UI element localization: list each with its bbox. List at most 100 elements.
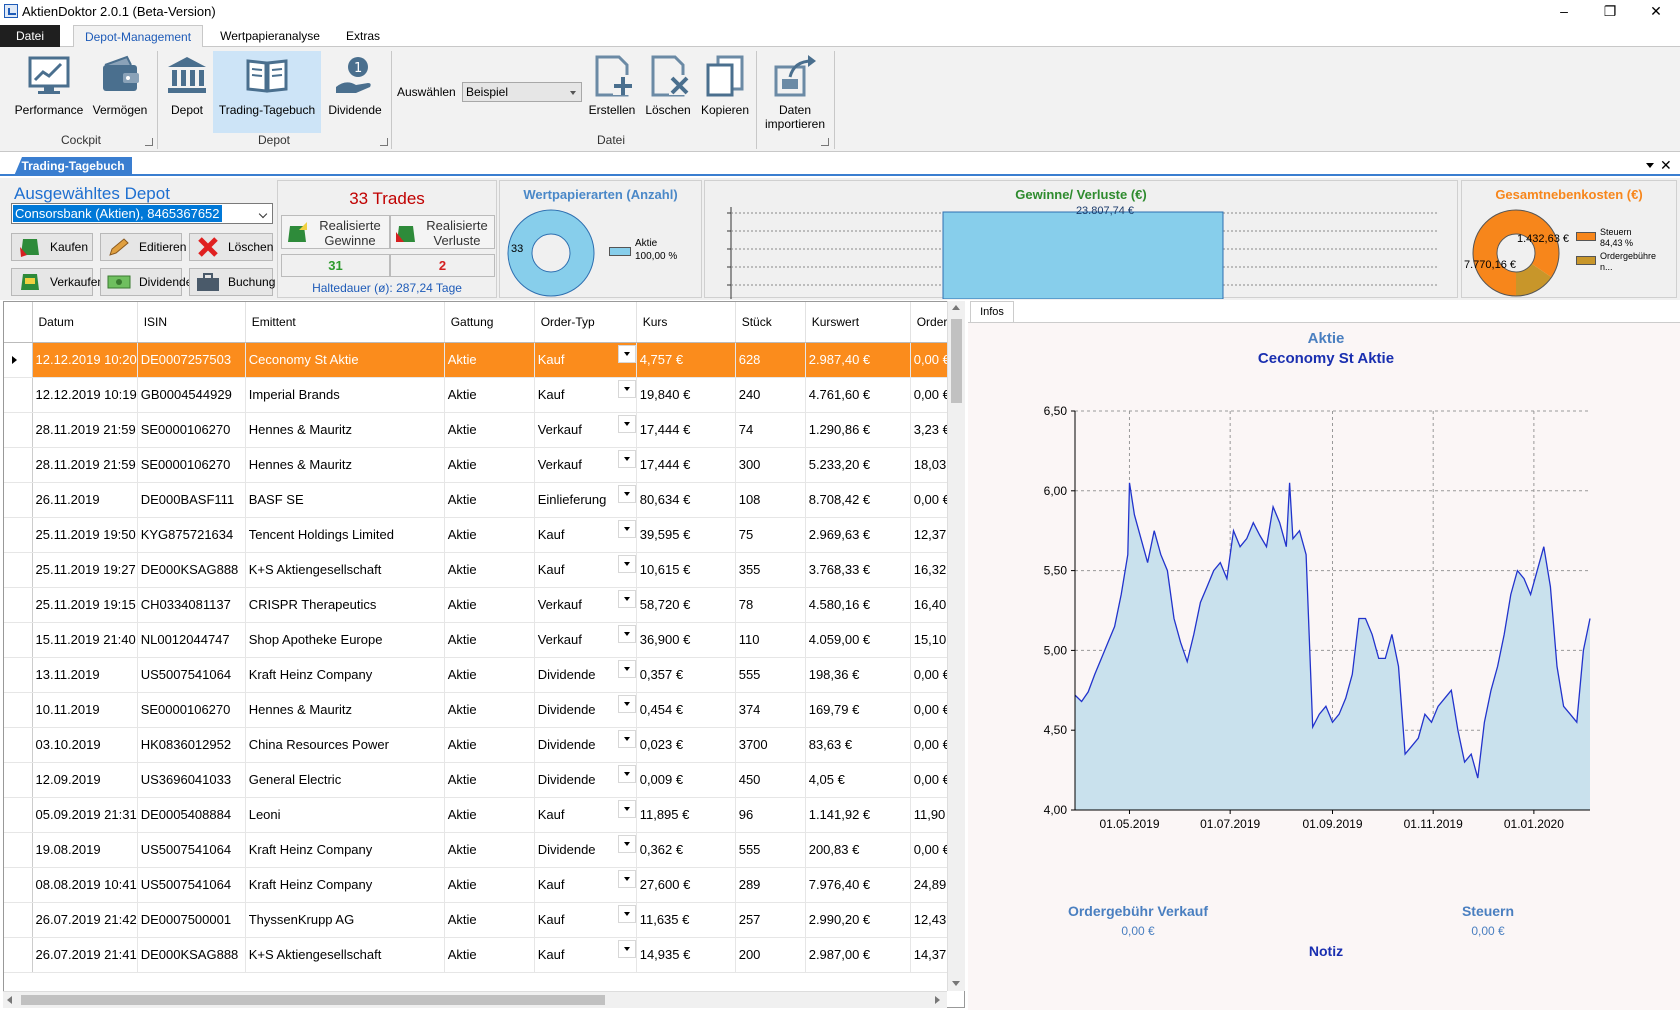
row-header[interactable] <box>4 587 33 623</box>
table-cell[interactable]: Tencent Holdings Limited <box>245 517 445 553</box>
depot-dropdown[interactable]: Consorsbank (Aktien), 8465367652 <box>11 203 273 224</box>
tab-extras[interactable]: Extras <box>336 25 390 47</box>
table-cell[interactable]: 110 <box>735 622 806 658</box>
verkaufen-button[interactable]: Verkaufen <box>11 268 104 296</box>
order-type-dropdown-icon[interactable] <box>617 729 636 748</box>
table-cell[interactable]: 0,362 € <box>636 832 736 868</box>
order-type-dropdown-icon[interactable] <box>617 589 636 608</box>
table-cell[interactable]: SE0000106270 <box>137 692 246 728</box>
daten-importieren-button[interactable]: Daten importieren <box>760 51 830 143</box>
datei-launcher-icon[interactable] <box>821 138 829 146</box>
table-cell[interactable]: Aktie <box>444 482 535 518</box>
table-cell[interactable]: 05.09.2019 21:31 <box>32 797 138 833</box>
table-cell[interactable]: Dividende <box>534 657 637 693</box>
table-cell[interactable]: Kraft Heinz Company <box>245 657 445 693</box>
row-header[interactable] <box>4 552 33 588</box>
order-type-dropdown-icon[interactable] <box>617 414 636 433</box>
table-cell[interactable]: 78 <box>735 587 806 623</box>
table-cell[interactable]: Kraft Heinz Company <box>245 867 445 903</box>
column-header[interactable]: Stück <box>735 302 806 343</box>
table-row[interactable]: 28.11.2019 21:59 SE0000106270 Hennes & Mau… <box>4 412 959 448</box>
table-cell[interactable]: 03.10.2019 <box>32 727 138 763</box>
table-cell[interactable]: DE000KSAG888 <box>137 937 246 973</box>
table-cell[interactable]: Dividende <box>534 692 637 728</box>
table-cell[interactable]: Aktie <box>444 832 535 868</box>
table-cell[interactable]: 75 <box>735 517 806 553</box>
table-cell[interactable]: Aktie <box>444 517 535 553</box>
table-row[interactable]: 08.08.2019 10:41 US5007541064 Kraft Heinz … <box>4 867 959 903</box>
table-cell[interactable]: 4,757 € <box>636 342 736 378</box>
order-type-dropdown-icon[interactable] <box>617 764 636 783</box>
order-type-dropdown-icon[interactable] <box>617 519 636 538</box>
table-cell[interactable]: 08.08.2019 10:41 <box>32 867 138 903</box>
table-cell[interactable]: 58,720 € <box>636 587 736 623</box>
row-header[interactable] <box>4 342 33 378</box>
table-cell[interactable]: Einlieferung <box>534 482 637 518</box>
table-cell[interactable]: Aktie <box>444 587 535 623</box>
minimize-button[interactable]: – <box>1541 0 1587 23</box>
table-cell[interactable]: Kauf <box>534 937 637 973</box>
table-cell[interactable]: 2.990,20 € <box>805 902 911 938</box>
trades-table[interactable]: Datum ISIN Emittent Gattung Order-Typ Kurs Stü… <box>3 301 965 1008</box>
tab-datei[interactable]: Datei <box>0 25 60 47</box>
table-cell[interactable]: 80,634 € <box>636 482 736 518</box>
table-cell[interactable]: HK0836012952 <box>137 727 246 763</box>
table-cell[interactable]: DE000KSAG888 <box>137 552 246 588</box>
row-header[interactable] <box>4 727 33 763</box>
table-cell[interactable]: 39,595 € <box>636 517 736 553</box>
tab-depot-management[interactable]: Depot-Management <box>73 25 203 48</box>
cockpit-launcher-icon[interactable] <box>145 138 153 146</box>
table-cell[interactable]: 26.07.2019 21:41 <box>32 937 138 973</box>
erstellen-button[interactable]: Erstellen <box>586 51 638 133</box>
table-cell[interactable]: 25.11.2019 19:27 <box>32 552 138 588</box>
restore-button[interactable]: ❐ <box>1587 0 1633 23</box>
table-cell[interactable]: 200,83 € <box>805 832 911 868</box>
table-cell[interactable]: 2.969,63 € <box>805 517 911 553</box>
table-cell[interactable]: CRISPR Therapeutics <box>245 587 445 623</box>
table-cell[interactable]: 25.11.2019 19:15 <box>32 587 138 623</box>
loeschen-ribbon-button[interactable]: Löschen <box>640 51 696 133</box>
table-cell[interactable]: 15.11.2019 21:40 <box>32 622 138 658</box>
trading-tagebuch-button[interactable]: Trading-Tagebuch <box>213 51 321 133</box>
table-cell[interactable]: 257 <box>735 902 806 938</box>
order-type-dropdown-icon[interactable] <box>617 624 636 643</box>
depot-launcher-icon[interactable] <box>380 138 388 146</box>
column-header[interactable]: Order-Typ <box>534 302 637 343</box>
table-row[interactable]: 26.11.2019 DE000BASF111 BASF SE Aktie Einlie… <box>4 482 959 518</box>
table-cell[interactable]: SE0000106270 <box>137 412 246 448</box>
row-header[interactable] <box>4 517 33 553</box>
table-cell[interactable]: K+S Aktiengesellschaft <box>245 937 445 973</box>
table-cell[interactable]: Ceconomy St Aktie <box>245 342 445 378</box>
row-header[interactable] <box>4 937 33 973</box>
table-cell[interactable]: 27,600 € <box>636 867 736 903</box>
column-header[interactable]: Kurswert <box>805 302 911 343</box>
table-row[interactable]: 12.12.2019 10:20 DE0007257503 Ceconomy St … <box>4 342 959 378</box>
column-header[interactable]: ISIN <box>137 302 246 343</box>
table-cell[interactable]: Hennes & Mauritz <box>245 692 445 728</box>
table-cell[interactable]: 17,444 € <box>636 447 736 483</box>
table-cell[interactable]: 355 <box>735 552 806 588</box>
table-cell[interactable]: US5007541064 <box>137 657 246 693</box>
close-doc-icon[interactable]: ✕ <box>1660 157 1672 173</box>
table-row[interactable]: 26.07.2019 21:42 DE0007500001 ThyssenKrupp… <box>4 902 959 938</box>
realisierte-verluste-button[interactable]: Realisierte Verluste <box>390 215 495 249</box>
row-header[interactable] <box>4 692 33 728</box>
table-cell[interactable]: 108 <box>735 482 806 518</box>
order-type-dropdown-icon[interactable] <box>617 799 636 818</box>
table-cell[interactable]: 2.987,00 € <box>805 937 911 973</box>
table-cell[interactable]: Aktie <box>444 692 535 728</box>
table-cell[interactable]: Kauf <box>534 552 637 588</box>
scroll-up-icon[interactable] <box>952 305 960 310</box>
table-cell[interactable]: Aktie <box>444 762 535 798</box>
table-cell[interactable]: 169,79 € <box>805 692 911 728</box>
kopieren-button[interactable]: Kopieren <box>698 51 752 133</box>
table-cell[interactable]: Aktie <box>444 867 535 903</box>
table-cell[interactable]: Hennes & Mauritz <box>245 447 445 483</box>
vermoegen-button[interactable]: Vermögen <box>88 51 152 133</box>
depot-button[interactable]: Depot <box>161 51 213 133</box>
table-cell[interactable]: 28.11.2019 21:59 <box>32 412 138 448</box>
scroll-right-icon[interactable] <box>935 996 940 1004</box>
table-cell[interactable]: 12.12.2019 10:19 <box>32 377 138 413</box>
table-cell[interactable]: 8.708,42 € <box>805 482 911 518</box>
table-row[interactable]: 15.11.2019 21:40 NL0012044747 Shop Apothek… <box>4 622 959 658</box>
